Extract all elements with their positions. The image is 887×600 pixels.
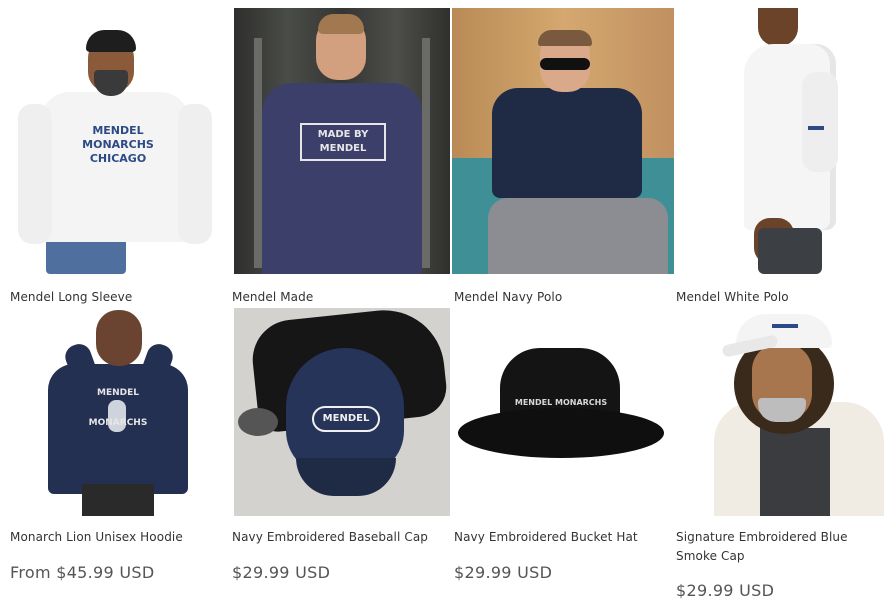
- product-card-baseball-cap[interactable]: MENDEL Navy Embroidered Baseball Cap $29…: [222, 300, 450, 599]
- product-price: From $45.99 USD: [10, 563, 155, 582]
- product-image[interactable]: MENDEL MONARCHS: [8, 308, 220, 516]
- product-image[interactable]: MENDEL: [234, 308, 450, 516]
- product-image[interactable]: [452, 8, 676, 274]
- product-card-navy-polo[interactable]: Mendel Navy Polo: [444, 0, 676, 304]
- product-card-mendel-made[interactable]: MADE BY MENDEL Mendel Made: [222, 0, 450, 304]
- product-name[interactable]: Signature Embroidered Blue Smoke Cap: [676, 528, 876, 566]
- product-card-blue-smoke-cap[interactable]: Signature Embroidered Blue Smoke Cap $29…: [666, 300, 887, 600]
- product-name[interactable]: Navy Embroidered Bucket Hat: [454, 528, 638, 547]
- hat-embroidery: MENDEL MONARCHS: [514, 398, 608, 407]
- shirt-print-text: MENDEL MONARCHS CHICAGO: [82, 124, 154, 165]
- product-price: $29.99 USD: [676, 581, 775, 600]
- product-image[interactable]: MADE BY MENDEL: [234, 8, 450, 274]
- product-card-lion-hoodie[interactable]: MENDEL MONARCHS Monarch Lion Unisex Hood…: [0, 300, 222, 599]
- shirt-print-text: MENDEL MONARCHS: [88, 388, 148, 428]
- product-image[interactable]: [674, 8, 887, 274]
- product-name[interactable]: Monarch Lion Unisex Hoodie: [10, 528, 183, 547]
- product-image[interactable]: MENDEL MONARCHS CHICAGO: [8, 8, 220, 274]
- product-card-white-polo[interactable]: Mendel White Polo: [666, 0, 887, 304]
- product-price: $29.99 USD: [232, 563, 331, 582]
- product-image[interactable]: [674, 308, 887, 516]
- product-card-bucket-hat[interactable]: MENDEL MONARCHS Navy Embroidered Bucket …: [444, 300, 666, 599]
- cap-embroidery: MENDEL: [312, 406, 380, 432]
- product-card-long-sleeve[interactable]: MENDEL MONARCHS CHICAGO Mendel Long Slee…: [0, 0, 222, 304]
- product-name[interactable]: Navy Embroidered Baseball Cap: [232, 528, 428, 547]
- product-image[interactable]: MENDEL MONARCHS: [452, 308, 666, 516]
- shirt-print-text: MADE BY MENDEL: [300, 123, 386, 161]
- product-price: $29.99 USD: [454, 563, 553, 582]
